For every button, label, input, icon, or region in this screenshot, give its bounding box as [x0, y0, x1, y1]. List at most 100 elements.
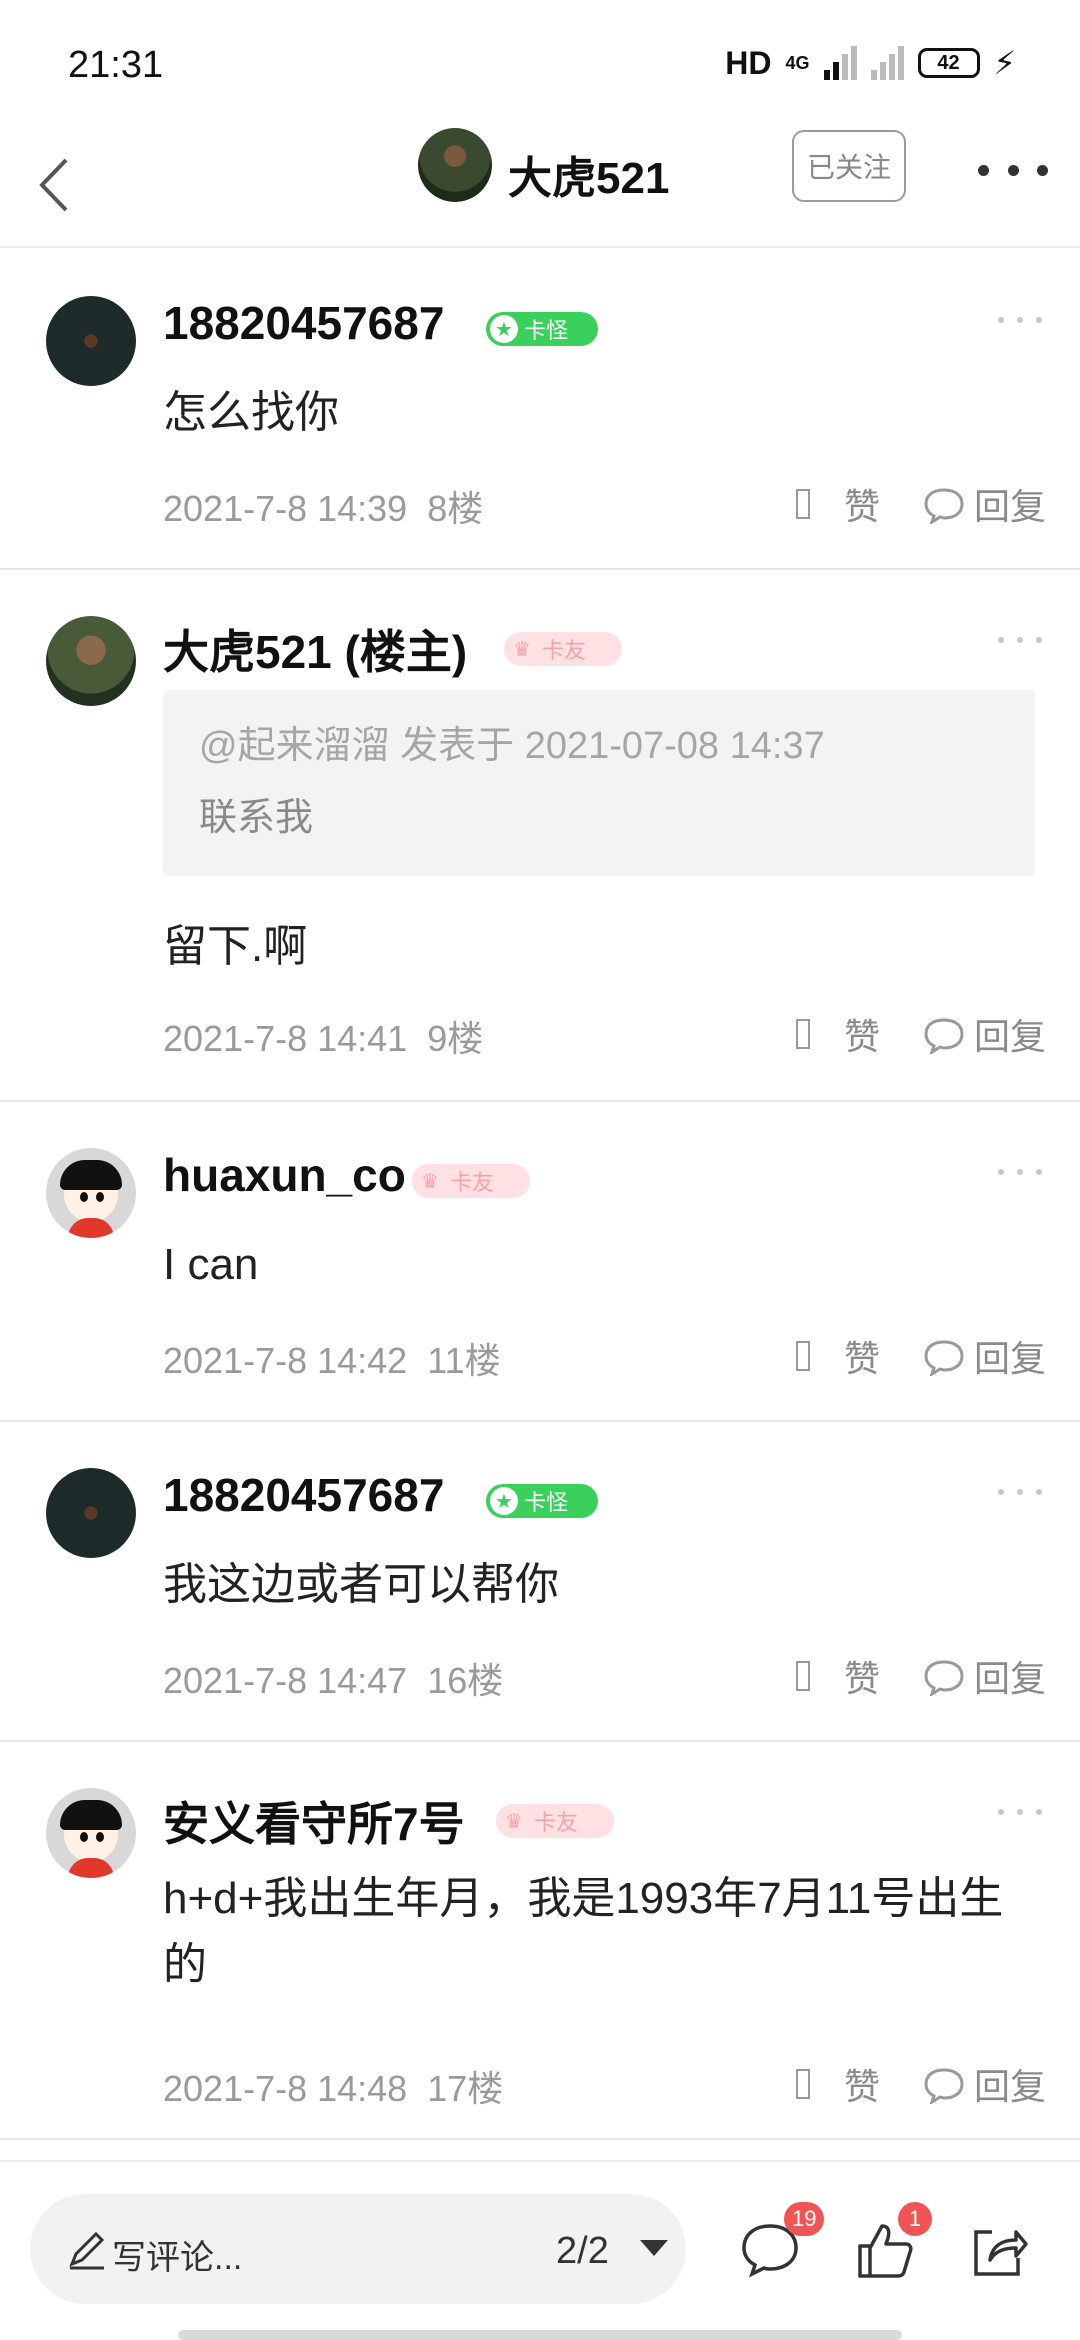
post-floor: 11楼 [427, 1340, 501, 1381]
more-dots-icon[interactable] [978, 140, 1048, 200]
list-item: 大虎521 (楼主) ♛ 卡友 @起来溜溜 发表于 2021-07-08 14:3… [0, 570, 1080, 1102]
like-button[interactable]: 赞 [795, 478, 880, 530]
comments-count-badge: 19 [784, 2202, 825, 2236]
post-menu-icon[interactable] [998, 310, 1042, 330]
like-button[interactable]: 赞 [795, 1008, 880, 1060]
signal-icon [823, 46, 857, 80]
post-floor: 8楼 [427, 488, 484, 529]
user-badge: ♛ 卡友 [496, 1804, 614, 1838]
star-icon: ★ [490, 315, 518, 343]
thumbs-up-icon [795, 1019, 810, 1049]
reply-label: 回复 [973, 1338, 1046, 1379]
reply-button[interactable]: 回复 [922, 478, 1046, 530]
post-meta: 2021-7-8 14:48 17楼 [163, 2060, 503, 2112]
user-badge: ★ 卡怪 [486, 312, 598, 346]
share-button[interactable] [966, 2218, 1030, 2282]
reply-button[interactable]: 回复 [922, 2058, 1046, 2110]
reply-button[interactable]: 回复 [922, 1008, 1046, 1060]
status-time: 21:31 [68, 44, 164, 86]
post-text: 我这边或者可以帮你 [163, 1560, 559, 1609]
post-time: 2021-7-8 14:39 [163, 488, 408, 529]
top-nav: 大虎521 已关注 [0, 120, 1080, 248]
post-menu-icon[interactable] [998, 630, 1042, 650]
speech-bubble-icon [924, 1018, 964, 1054]
post-text: 怎么找你 [163, 388, 339, 437]
thumbs-up-icon [795, 1341, 810, 1371]
likes-count-badge: 1 [898, 2202, 932, 2236]
post-author-name[interactable]: 安义看守所7号 [163, 1788, 465, 1854]
avatar[interactable] [46, 1148, 136, 1238]
back-button[interactable] [28, 140, 108, 230]
user-badge: ♛ 卡友 [412, 1164, 530, 1198]
post-text: h+d+我出生年月，我是1993年7月11号出生的 [163, 1874, 1004, 1989]
like-label: 赞 [843, 1338, 880, 1379]
post-actions: 赞 回复 [795, 478, 1046, 530]
quoted-post[interactable]: @起来溜溜 发表于 2021-07-08 14:37 联系我 [163, 690, 1035, 876]
reply-button[interactable]: 回复 [922, 1330, 1046, 1382]
reply-button[interactable]: 回复 [922, 1650, 1046, 1702]
badge-label: 卡怪 [524, 1490, 569, 1515]
avatar[interactable] [46, 1788, 136, 1878]
comment-input[interactable]: 写评论... 2/2 [30, 2194, 686, 2304]
list-item: huaxun_co ♛ 卡友 I can 2021-7-8 14:42 11楼 赞… [0, 1102, 1080, 1422]
crown-icon: ♛ [505, 1810, 523, 1833]
hd-indicator: HD [725, 44, 772, 81]
badge-label: 卡友 [534, 1810, 579, 1835]
thumbs-up-icon [795, 489, 810, 519]
post-actions: 赞 回复 [795, 1008, 1046, 1060]
post-actions: 赞 回复 [795, 1330, 1046, 1382]
post-meta: 2021-7-8 14:47 16楼 [163, 1652, 503, 1704]
post-time: 2021-7-8 14:48 [163, 2068, 408, 2109]
thumbs-up-icon [795, 1661, 810, 1691]
pencil-icon [69, 2231, 105, 2270]
battery-icon: 42 [917, 48, 980, 78]
post-time: 2021-7-8 14:47 [163, 1660, 408, 1701]
thread-author-name[interactable]: 大虎521 [508, 142, 669, 206]
post-text: 留下.啊 [163, 922, 308, 971]
post-author-name[interactable]: 大虎521 (楼主) [163, 616, 467, 682]
network-type: 4G [785, 52, 810, 73]
chevron-left-icon [39, 158, 68, 212]
quote-text: 联系我 [199, 797, 314, 839]
status-bar: 21:31 HD 4G 42 ⚡ [0, 0, 1080, 120]
badge-label: 卡友 [542, 638, 587, 663]
badge-label: 卡怪 [524, 318, 569, 343]
status-icons: HD 4G 42 ⚡ [725, 44, 1016, 82]
post-menu-icon[interactable] [998, 1802, 1042, 1822]
avatar[interactable] [46, 1468, 136, 1558]
post-time: 2021-7-8 14:41 [163, 1018, 408, 1059]
speech-bubble-icon [924, 488, 964, 524]
crown-icon: ♛ [421, 1170, 439, 1193]
post-floor: 17楼 [427, 2068, 504, 2109]
post-actions: 赞 回复 [795, 2058, 1046, 2110]
bottom-bar: 写评论... 2/2 19 1 [0, 2160, 1080, 2340]
post-floor: 9楼 [427, 1018, 484, 1059]
post-author-name[interactable]: huaxun_co [163, 1148, 406, 1202]
avatar[interactable] [46, 296, 136, 386]
follow-button[interactable]: 已关注 [792, 130, 906, 202]
user-badge: ♛ 卡友 [504, 632, 622, 666]
list-item: 18820457687 ★ 卡怪 我这边或者可以帮你 2021-7-8 14:47… [0, 1422, 1080, 1742]
thread-author-avatar[interactable] [418, 128, 492, 202]
like-label: 赞 [843, 486, 880, 527]
reply-label: 回复 [973, 1658, 1046, 1699]
like-button[interactable]: 赞 [795, 1650, 880, 1702]
battery-level: 42 [937, 51, 960, 74]
post-text: I can [163, 1240, 259, 1289]
quote-meta: @起来溜溜 发表于 2021-07-08 14:37 [199, 725, 825, 767]
post-author-name[interactable]: 18820457687 [163, 1468, 444, 1522]
list-item: 18820457687 ★ 卡怪 怎么找你 2021-7-8 14:39 8楼 赞… [0, 250, 1080, 570]
thumbs-up-icon [795, 2069, 810, 2099]
reply-label: 回复 [973, 2066, 1046, 2107]
page-indicator[interactable]: 2/2 [556, 2230, 609, 2273]
like-label: 赞 [843, 1658, 880, 1699]
signal-2-icon [870, 46, 904, 80]
post-floor: 16楼 [427, 1660, 504, 1701]
avatar[interactable] [46, 616, 136, 706]
chevron-down-icon[interactable] [640, 2240, 668, 2256]
post-menu-icon[interactable] [998, 1482, 1042, 1502]
post-author-name[interactable]: 18820457687 [163, 296, 444, 350]
like-button[interactable]: 赞 [795, 2058, 880, 2110]
post-menu-icon[interactable] [998, 1162, 1042, 1182]
like-button[interactable]: 赞 [795, 1330, 880, 1382]
